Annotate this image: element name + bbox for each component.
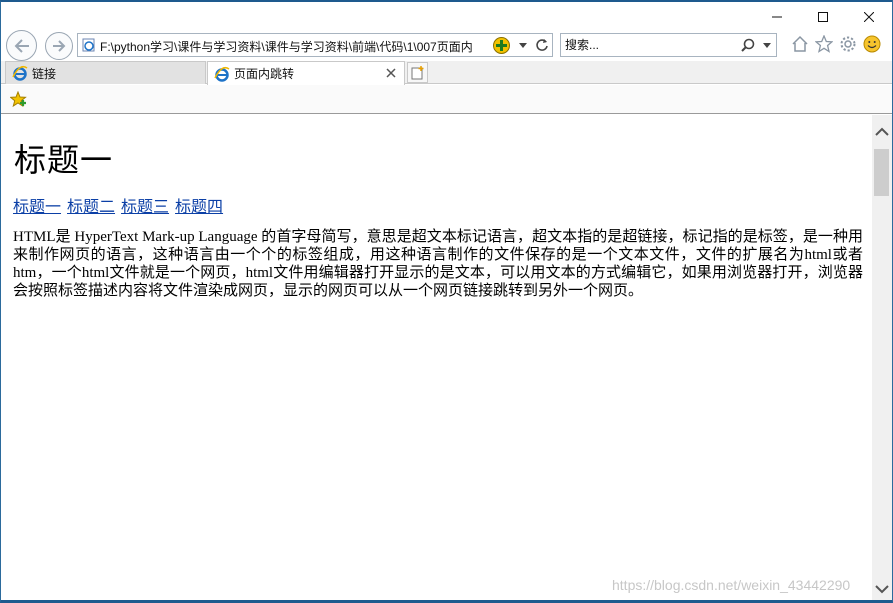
search-dropdown-icon[interactable]: [763, 43, 771, 48]
tab-label: 链接: [32, 66, 57, 81]
link-heading-3[interactable]: 标题三: [121, 199, 169, 216]
window-controls: [754, 2, 892, 32]
tab-bar: 链接 页面内跳转: [1, 61, 892, 85]
compatibility-view-icon[interactable]: [493, 37, 510, 54]
watermark: https://blog.csdn.net/weixin_43442290: [612, 577, 851, 593]
search-icon[interactable]: [741, 38, 755, 52]
back-button[interactable]: [6, 30, 37, 61]
address-dropdown-icon[interactable]: [519, 43, 527, 48]
add-to-favorites-icon[interactable]: [10, 91, 28, 107]
favorites-star-icon[interactable]: [815, 35, 833, 53]
close-tab-icon[interactable]: [384, 66, 398, 80]
address-url[interactable]: F:\python学习\课件与学习资料\课件与学习资料\前端\代码\1\007页…: [100, 38, 490, 55]
favorites-bar: [1, 85, 892, 114]
back-arrow-icon: [14, 38, 29, 53]
tab-page-jump[interactable]: 页面内跳转: [207, 61, 405, 85]
minimize-button[interactable]: [754, 2, 800, 32]
scroll-down-icon[interactable]: [875, 584, 889, 594]
body-paragraph: HTML是 HyperText Mark-up Language 的首字母简写，…: [13, 229, 863, 299]
ie-icon: [12, 65, 28, 81]
vertical-scrollbar[interactable]: [872, 115, 892, 600]
maximize-button[interactable]: [800, 2, 846, 32]
close-icon: [864, 12, 874, 22]
link-heading-2[interactable]: 标题二: [67, 199, 115, 216]
refresh-icon[interactable]: [535, 38, 549, 52]
tab-links[interactable]: 链接: [5, 61, 206, 84]
new-tab-button[interactable]: [407, 62, 428, 83]
close-window-button[interactable]: [846, 2, 892, 32]
maximize-icon: [818, 12, 828, 22]
minimize-icon: [772, 16, 782, 18]
navigation-bar: F:\python学习\课件与学习资料\课件与学习资料\前端\代码\1\007页…: [1, 29, 892, 61]
forward-button[interactable]: [45, 32, 73, 60]
forward-arrow-icon: [53, 40, 66, 52]
feedback-smiley-icon[interactable]: [863, 35, 881, 53]
home-icon[interactable]: [791, 35, 809, 53]
search-box[interactable]: [560, 33, 777, 57]
link-heading-4[interactable]: 标题四: [175, 199, 223, 216]
search-input[interactable]: [565, 37, 735, 53]
scrollbar-thumb[interactable]: [874, 149, 889, 196]
link-heading-1[interactable]: 标题一: [13, 199, 61, 216]
ie-icon: [214, 66, 230, 82]
page-heading: 标题一: [14, 142, 114, 178]
page-content: 标题一 标题一 标题二 标题三 标题四 HTML是 HyperText Mark…: [1, 115, 872, 600]
address-bar[interactable]: F:\python学习\课件与学习资料\课件与学习资料\前端\代码\1\007页…: [77, 33, 553, 57]
gear-icon[interactable]: [839, 35, 857, 53]
tab-label: 页面内跳转: [234, 67, 295, 81]
new-tab-icon: [411, 65, 423, 79]
page-icon: [82, 38, 95, 52]
scroll-up-icon[interactable]: [875, 127, 889, 137]
anchor-links: 标题一 标题二 标题三 标题四: [13, 193, 225, 217]
browser-window: F:\python学习\课件与学习资料\课件与学习资料\前端\代码\1\007页…: [0, 0, 893, 603]
